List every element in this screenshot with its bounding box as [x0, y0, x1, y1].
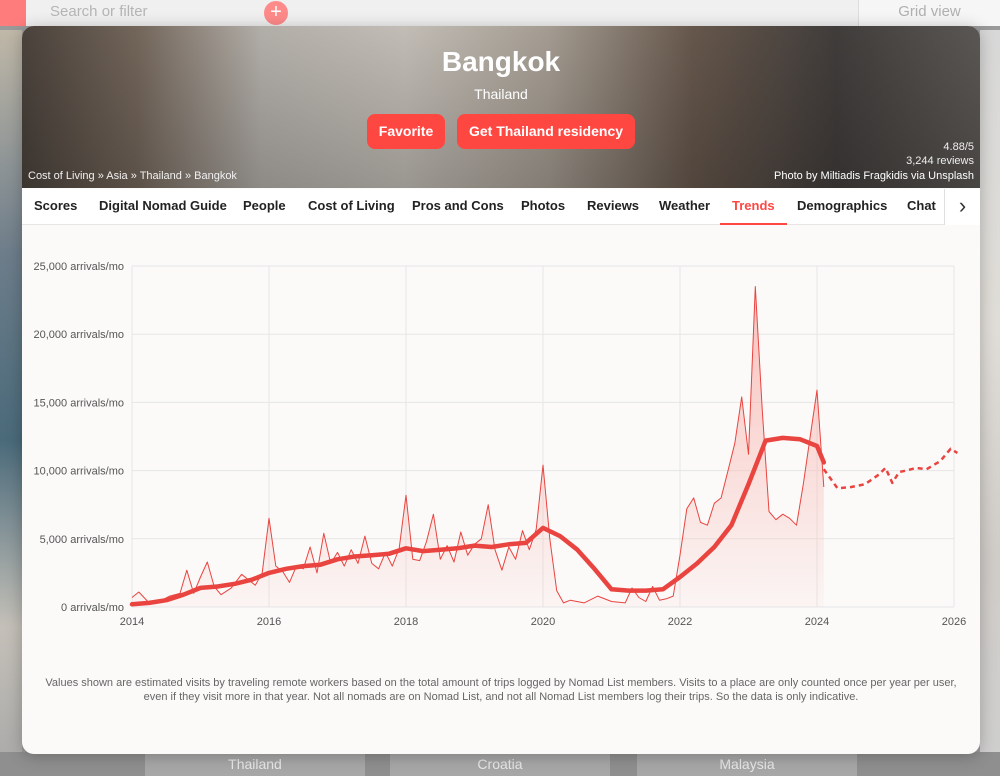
tab-scores[interactable]: Scores — [34, 189, 77, 225]
background-card-croatia: Croatia — [390, 752, 610, 776]
y-tick-label: 5,000 arrivals/mo — [40, 534, 124, 546]
rating-block[interactable]: 4.88/5 3,244 reviews — [906, 140, 974, 168]
y-tick-label: 10,000 arrivals/mo — [34, 466, 125, 478]
photo-credit: Photo by Miltiadis Fragkidis via Unsplas… — [774, 170, 974, 182]
x-tick-label: 2014 — [120, 616, 144, 628]
city-modal: Bangkok Thailand Favorite Get Thailand r… — [22, 26, 980, 754]
tab-people[interactable]: People — [243, 189, 286, 225]
background-filter-tab — [0, 0, 26, 26]
y-tick-label: 25,000 arrivals/mo — [34, 261, 125, 273]
country-subtitle: Thailand — [474, 86, 528, 102]
x-tick-label: 2016 — [257, 616, 281, 628]
tab-pros-and-cons[interactable]: Pros and Cons — [412, 189, 504, 225]
photo-credit-via: via — [911, 170, 926, 182]
x-tick-label: 2024 — [805, 616, 829, 628]
y-tick-label: 20,000 arrivals/mo — [34, 329, 125, 341]
background-card-malaysia: Malaysia — [637, 752, 857, 776]
chart-footnote: Values shown are estimated visits by tra… — [45, 677, 957, 703]
photo-credit-source[interactable]: Unsplash — [928, 170, 974, 182]
review-count: 3,244 reviews — [906, 155, 974, 167]
tab-bar: Scores Digital Nomad Guide People Cost o… — [22, 189, 980, 225]
y-tick-label: 15,000 arrivals/mo — [34, 397, 125, 409]
hero-photo: Bangkok Thailand Favorite Get Thailand r… — [22, 26, 980, 188]
photo-credit-author[interactable]: Miltiadis Fragkidis — [821, 170, 908, 182]
background-add-icon: + — [264, 1, 288, 25]
tab-digital-nomad-guide[interactable]: Digital Nomad Guide — [99, 189, 227, 225]
background-right-cards — [980, 30, 1000, 776]
rating-score: 4.88/5 — [943, 141, 974, 153]
tab-trends[interactable]: Trends — [720, 189, 787, 225]
tab-photos[interactable]: Photos — [521, 189, 565, 225]
tab-reviews[interactable]: Reviews — [587, 189, 639, 225]
tab-cost-of-living[interactable]: Cost of Living — [308, 189, 395, 225]
tab-weather[interactable]: Weather — [659, 189, 710, 225]
background-topbar — [0, 0, 1000, 26]
x-tick-label: 2018 — [394, 616, 418, 628]
trends-chart: 0 arrivals/mo 5,000 arrivals/mo 10,000 arr… — [34, 261, 967, 628]
city-title: Bangkok — [441, 46, 561, 77]
tab-chat[interactable]: Chat — [907, 189, 936, 225]
photo-credit-prefix: Photo by — [774, 170, 818, 182]
chevron-right-icon[interactable]: › — [944, 189, 980, 225]
x-tick-label: 2022 — [668, 616, 692, 628]
y-tick-label: 0 arrivals/mo — [61, 602, 124, 614]
background-grid-view-button: Grid view — [858, 0, 1000, 26]
x-tick-label: 2026 — [942, 616, 966, 628]
breadcrumb[interactable]: Cost of Living » Asia » Thailand » Bangk… — [28, 170, 237, 182]
residency-button[interactable]: Get Thailand residency — [457, 114, 635, 149]
x-tick-label: 2020 — [531, 616, 555, 628]
favorite-button[interactable]: Favorite — [367, 114, 445, 149]
background-search-input: Search or filter — [50, 3, 148, 20]
forecast-line — [822, 447, 959, 490]
tab-demographics[interactable]: Demographics — [797, 189, 887, 225]
background-left-cards — [0, 30, 22, 776]
background-card-thailand: Thailand — [145, 752, 365, 776]
